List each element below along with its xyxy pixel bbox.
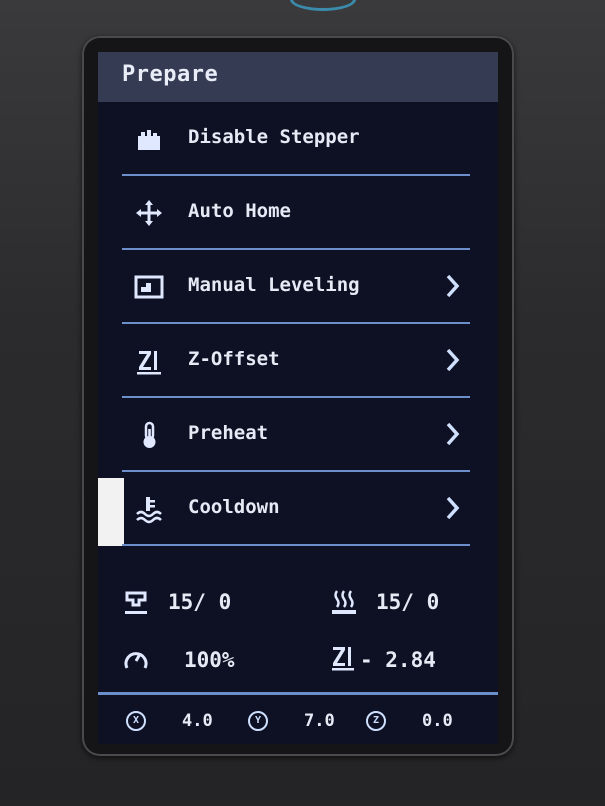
menu-label: Disable Stepper	[188, 126, 360, 148]
x-axis-icon: X	[126, 711, 146, 731]
lcd-screen: Prepare Disable Stepper Auto Home Manual…	[98, 52, 498, 744]
thermometer-icon	[143, 421, 156, 448]
speed-value: 100%	[184, 648, 235, 672]
logo-glint	[290, 0, 356, 11]
chevron-right-icon	[446, 422, 460, 446]
motor-icon	[138, 130, 160, 150]
chevron-right-icon	[446, 274, 460, 298]
menu-item-preheat[interactable]: Preheat	[98, 398, 498, 472]
menu-label: Preheat	[188, 422, 269, 444]
axis-bar: X 4.0 Y 7.0 Z 0.0	[98, 692, 498, 744]
bed-icon	[332, 590, 356, 614]
page-title: Prepare	[122, 62, 219, 87]
menu-label: Manual Leveling	[188, 274, 360, 296]
y-position: 7.0	[304, 711, 335, 731]
status-panel: 15/ 0 15/ 0 100% - 2.84	[98, 572, 498, 698]
menu-item-disable-stepper[interactable]: Disable Stepper	[98, 102, 498, 176]
z-offset-icon	[137, 351, 161, 375]
selection-marker	[98, 478, 124, 546]
cooldown-icon	[136, 497, 162, 524]
printer-body: Prepare Disable Stepper Auto Home Manual…	[0, 0, 605, 806]
bed-temp: 15/ 0	[376, 590, 440, 614]
speed-icon	[124, 652, 148, 669]
divider	[122, 544, 470, 546]
menu-label: Z-Offset	[188, 348, 280, 370]
menu-label: Auto Home	[188, 200, 291, 222]
chevron-right-icon	[446, 348, 460, 372]
menu-label: Cooldown	[188, 496, 280, 518]
menu-item-manual-leveling[interactable]: Manual Leveling	[98, 250, 498, 324]
chevron-right-icon	[446, 496, 460, 520]
z-position: 0.0	[422, 711, 453, 731]
title-bar: Prepare	[98, 52, 498, 102]
y-axis-icon: Y	[248, 711, 268, 731]
home-arrows-icon	[136, 200, 162, 226]
z-offset-value: - 2.84	[360, 648, 436, 672]
z-axis-icon: Z	[366, 711, 386, 731]
menu-item-z-offset[interactable]: Z-Offset	[98, 324, 498, 398]
menu-item-cooldown[interactable]: Cooldown	[98, 472, 498, 546]
x-position: 4.0	[182, 711, 213, 731]
menu-item-auto-home[interactable]: Auto Home	[98, 176, 498, 250]
leveling-icon	[134, 275, 164, 299]
hotend-temp: 15/ 0	[168, 590, 232, 614]
z-offset-icon	[332, 647, 354, 671]
hotend-icon	[125, 591, 147, 614]
